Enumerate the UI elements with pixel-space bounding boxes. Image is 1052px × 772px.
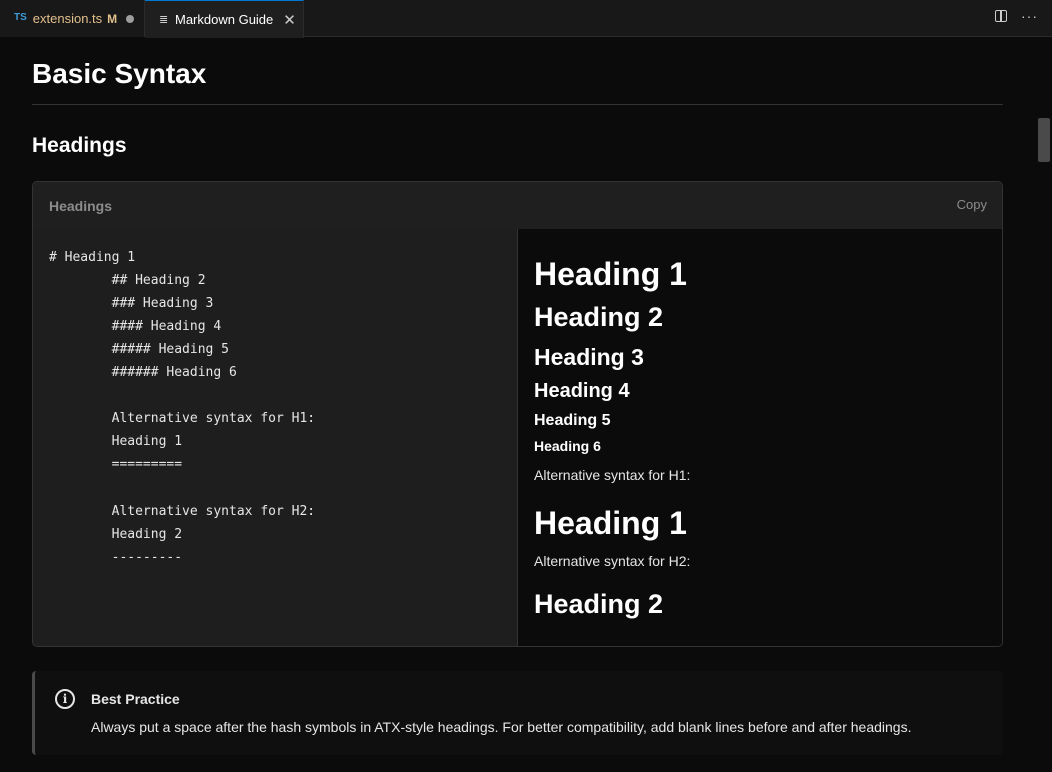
code-pane: # Heading 1 ## Heading 2 ### Heading 3 #… — [33, 229, 518, 646]
code-line: ##### Heading 5 — [49, 342, 230, 357]
unsaved-dot-icon[interactable] — [126, 14, 135, 23]
code-line: Heading 1 — [49, 434, 183, 449]
typescript-file-icon: TS — [14, 11, 27, 23]
example-header: Headings Copy — [33, 182, 1002, 230]
preview-alt-heading-1: Heading 1 — [534, 505, 687, 541]
tab-extension-ts[interactable]: TS extension.ts M — [0, 0, 145, 37]
vertical-scrollbar[interactable] — [1038, 118, 1050, 162]
preview-heading-5: Heading 5 — [534, 412, 611, 429]
best-practice-callout: i Best Practice Always put a space after… — [32, 671, 1003, 755]
code-line: ## Heading 2 — [49, 273, 206, 288]
split-editor-icon[interactable] — [995, 10, 1007, 22]
close-tab-icon[interactable]: ✕ — [283, 11, 296, 29]
more-actions-icon[interactable]: ··· — [1021, 9, 1038, 23]
callout-body: Always put a space after the hash symbol… — [91, 719, 912, 735]
markdown-preview-icon: ≣ — [159, 14, 169, 26]
preview-heading-4: Heading 4 — [534, 380, 630, 402]
copy-button[interactable]: Copy — [957, 197, 987, 212]
section-title: Headings — [32, 134, 127, 157]
code-line: --------- — [49, 550, 183, 565]
title-divider — [32, 104, 1003, 105]
code-line: #### Heading 4 — [49, 319, 222, 334]
tab-markdown-guide[interactable]: ≣ Markdown Guide ✕ — [145, 0, 304, 38]
code-line: Heading 2 — [49, 527, 183, 542]
tab-label: Markdown Guide — [175, 12, 274, 27]
example-title: Headings — [49, 198, 113, 214]
rendered-preview: Heading 1 Heading 2 Heading 3 Heading 4 … — [518, 229, 1002, 646]
preview-alt-heading-2: Heading 2 — [534, 589, 664, 619]
editor-tab-bar: TS extension.ts M ≣ Markdown Guide ✕ ··· — [0, 0, 1052, 38]
code-line: # Heading 1 — [49, 250, 136, 265]
markdown-preview: Basic Syntax Headings Headings Copy # He… — [0, 38, 1036, 772]
preview-paragraph: Alternative syntax for H2: — [534, 553, 691, 569]
code-line: Alternative syntax for H2: — [49, 504, 316, 519]
preview-heading-1: Heading 1 — [534, 256, 687, 292]
code-line: ###### Heading 6 — [49, 365, 237, 380]
preview-heading-2: Heading 2 — [534, 302, 664, 332]
editor-actions: ··· — [995, 9, 1038, 23]
preview-paragraph: Alternative syntax for H1: — [534, 467, 691, 483]
modified-badge: M — [107, 11, 118, 26]
code-line: ========= — [49, 457, 183, 472]
code-line: Alternative syntax for H1: — [49, 411, 316, 426]
preview-heading-6: Heading 6 — [534, 438, 601, 454]
callout-title: Best Practice — [91, 691, 180, 707]
code-line: ### Heading 3 — [49, 296, 214, 311]
example-card: Headings Copy # Heading 1 ## Heading 2 #… — [32, 181, 1003, 647]
page-title: Basic Syntax — [32, 58, 207, 89]
preview-heading-3: Heading 3 — [534, 344, 644, 370]
tab-label: extension.ts — [32, 11, 103, 26]
info-icon: i — [55, 689, 75, 709]
